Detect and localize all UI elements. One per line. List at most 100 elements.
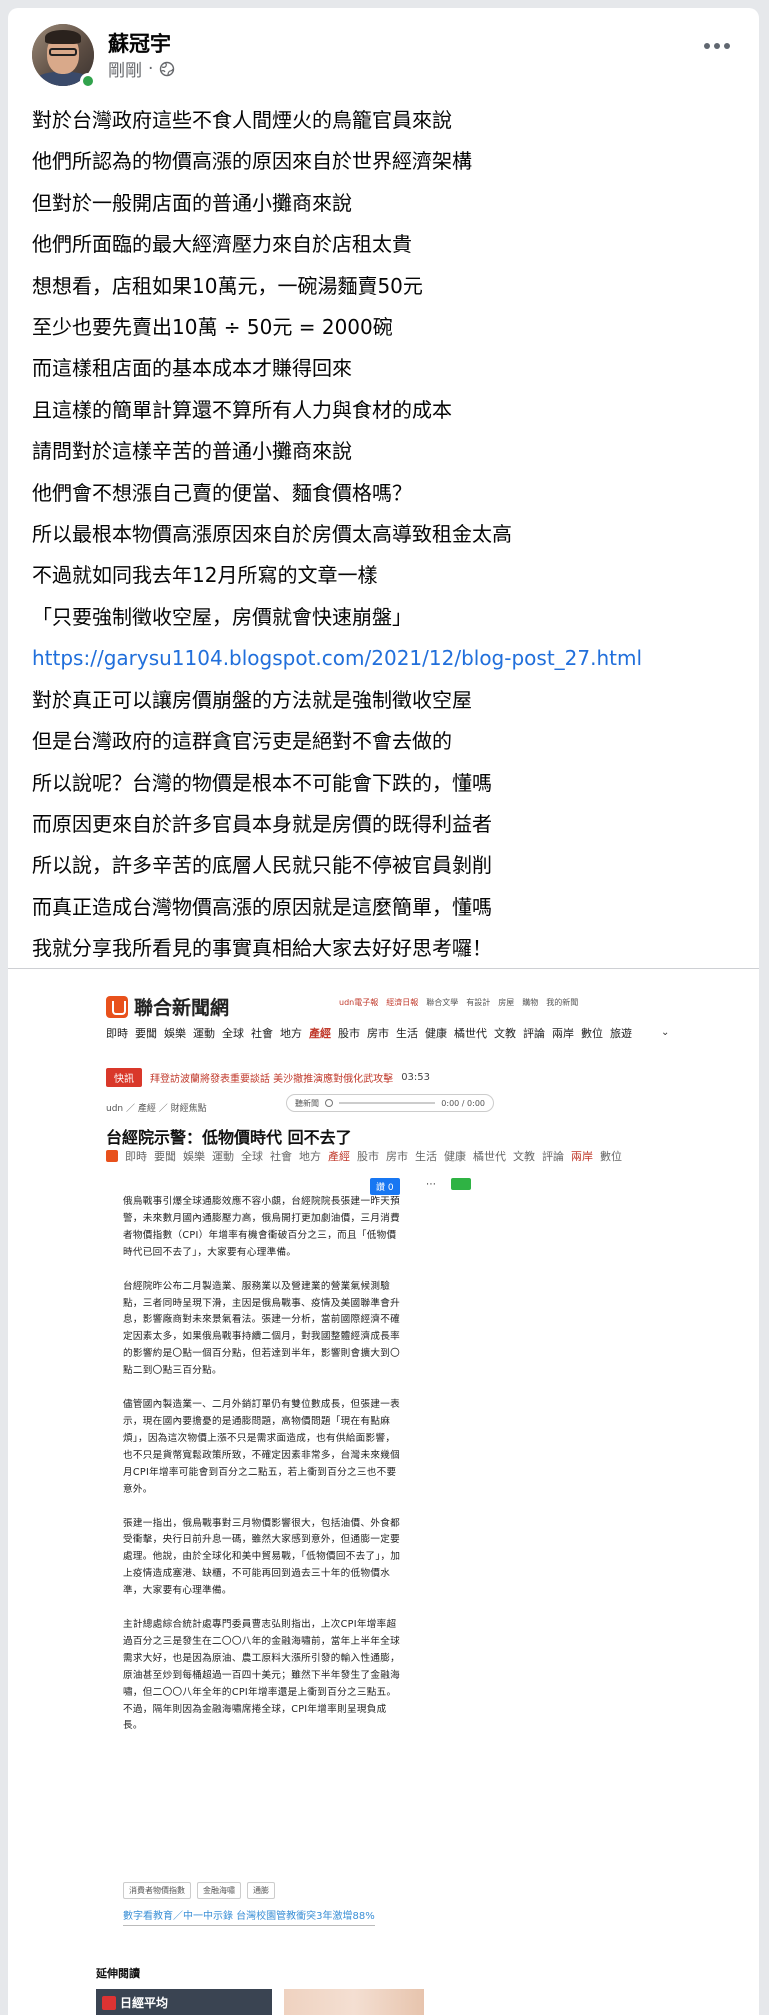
nav-item: 健康 (425, 1027, 447, 1040)
udn-logo: 聯合新聞網 (106, 993, 229, 1020)
more-horizontal-icon (704, 43, 710, 49)
post-timestamp[interactable]: 剛剛 (108, 56, 142, 81)
audio-label: 聽新聞 (295, 1098, 319, 1108)
post-text: 對於台灣政府這些不食人間煙火的鳥籠官員來說 他們所認為的物價高漲的原因來自於世界… (32, 100, 742, 970)
nav-item: 數位 (600, 1150, 622, 1163)
article-paragraph: 主計總處綜合統計處專門委員曹志弘則指出，上次CPI年增率超過百分之三是發生在二〇… (123, 1619, 401, 1732)
nav-item: 娛樂 (183, 1150, 205, 1163)
post-line: 我就分享我所看見的事實真相給大家去好好思考囉！ (32, 936, 492, 961)
post-line: 他們所認為的物價高漲的原因來自於世界經濟架構 (32, 149, 472, 174)
line-share-icon (451, 1178, 471, 1190)
post-line: 所以說，許多辛苦的底層人民就只能不停被官員剝削 (32, 853, 492, 878)
nav-item: 全球 (241, 1150, 263, 1163)
udn-logo-icon (106, 995, 128, 1018)
post-line: 對於真正可以讓房價崩盤的方法就是強制徵收空屋 (32, 687, 472, 712)
tag-chip: 金融海嘯 (197, 1882, 241, 1899)
nav-item: 兩岸 (552, 1027, 574, 1040)
post-header: 蘇冠宇 剛剛 · (8, 8, 759, 94)
breaking-tag: 快訊 (106, 1068, 142, 1087)
nav-item: 股市 (338, 1027, 360, 1040)
share-icon: ⋯ (426, 1179, 436, 1190)
more-options-button[interactable] (703, 40, 731, 52)
nav-item: 全球 (222, 1027, 244, 1040)
post-line: 所以說呢？台灣的物價是根本不可能會下跌的，懂嗎 (32, 770, 492, 795)
nav-item: 橘世代 (454, 1027, 487, 1040)
tag-chip: 通膨 (247, 1882, 275, 1899)
nav-item: 健康 (444, 1150, 466, 1163)
top-link: 我的新聞 (546, 998, 579, 1007)
author-name[interactable]: 蘇冠宇 (108, 28, 171, 58)
article-paragraph: 儘管國內製造業一、二月外銷訂單仍有雙位數成長，但張建一表示，現在國內要擔憂的是通… (123, 1399, 401, 1495)
nav-item: 股市 (357, 1150, 379, 1163)
nav-item-active: 產經 (328, 1150, 350, 1163)
top-link: 購物 (522, 998, 539, 1007)
nav-item: 地方 (280, 1027, 302, 1040)
post-line: 請問對於這樣辛苦的普通小攤商來說 (32, 439, 352, 464)
sticky-nav: 即時 要聞 娛樂 運動 全球 社會 地方 產經 股市 房市 生活 健康 橘世代 … (106, 1148, 622, 1164)
post-line: 且這樣的簡單計算還不算所有人力與食材的成本 (32, 397, 452, 422)
nav-item: 運動 (193, 1027, 215, 1040)
article-headline: 台經院示警：低物價時代 回不去了 (106, 1128, 352, 1147)
top-link: 聯合文學 (426, 998, 459, 1007)
attached-image[interactable]: 聯合新聞網 udn電子報 經濟日報 聯合文學 有設計 房屋 購物 我的新聞 即時… (8, 969, 759, 2015)
nav-item: 房市 (367, 1027, 389, 1040)
nav-item: 評論 (542, 1150, 564, 1163)
top-link: 房屋 (498, 998, 515, 1007)
breadcrumb: udn ／ 產經 ／ 財經焦點 (106, 1104, 207, 1114)
udn-mini-logo-icon (106, 1150, 118, 1162)
nav-item: 文教 (494, 1027, 516, 1040)
post-line: 但對於一般開店面的普通小攤商來說 (32, 190, 352, 215)
nav-item: 兩岸 (571, 1150, 593, 1163)
nav-item: 社會 (251, 1027, 273, 1040)
post-line: 但是台灣政府的這群貪官污吏是絕對不會去做的 (32, 729, 452, 754)
article-body: 俄烏戰事引爆全球通膨效應不容小覷，台經院院長張建一昨天預警，未來數月國內通膨壓力… (123, 1194, 405, 1752)
promo-link: 數字看教育／中一中示錄 台灣校園管教衝突3年激增88% (123, 1907, 375, 1926)
chevron-down-icon: ⌄ (661, 1027, 670, 1038)
top-link: 經濟日報 (386, 998, 419, 1007)
top-link: 有設計 (466, 998, 491, 1007)
post-line: 至少也要先賣出10萬 ÷ 50元 = 2000碗 (32, 315, 393, 340)
post-line: 而原因更來自於許多官員本身就是房價的既得利益者 (32, 811, 492, 836)
article-tags: 消費者物價指數 金融海嘯 通膨 (123, 1882, 275, 1899)
article-paragraph: 台經院昨公布二月製造業、服務業以及營建業的營業氣候測驗點，三者同時呈現下滑，主因… (123, 1280, 401, 1377)
site-name: 聯合新聞網 (134, 997, 230, 1019)
post-line: 而這樣租店面的基本成本才賺得回來 (32, 356, 352, 381)
nav-item: 文教 (513, 1150, 535, 1163)
globe-icon (160, 61, 175, 76)
top-links: udn電子報 經濟日報 聯合文學 有設計 房屋 購物 我的新聞 (339, 997, 578, 1008)
thumbnail-label: 日經平均 (120, 1996, 169, 2010)
post-meta: 剛剛 · (108, 56, 175, 81)
related-thumbnail (284, 1989, 424, 2015)
nav-item: 生活 (396, 1027, 418, 1040)
nav-item: 運動 (212, 1150, 234, 1163)
post-line: 不過就如同我去年12月所寫的文章一樣 (32, 563, 378, 588)
nav-item: 娛樂 (164, 1027, 186, 1040)
news-screenshot: 聯合新聞網 udn電子報 經濟日報 聯合文學 有設計 房屋 購物 我的新聞 即時… (96, 969, 676, 2015)
article-paragraph: 張建一指出，俄烏戰事對三月物價影響很大，包括油價、外食都受衝擊，央行日前升息一碼… (123, 1517, 401, 1597)
post-line: 而真正造成台灣物價高漲的原因就是這麼簡單，懂嗎 (32, 894, 492, 919)
blog-link[interactable]: https://garysu1104.blogspot.com/2021/12/… (32, 638, 742, 679)
related-thumbnail: 日經平均 (96, 1989, 272, 2015)
post-line: 對於台灣政府這些不食人間煙火的鳥籠官員來說 (32, 108, 452, 132)
related-title: 延伸閱讀 (96, 1967, 140, 1980)
online-status-indicator (80, 73, 96, 89)
nav-item: 要聞 (135, 1027, 157, 1040)
nav-item: 要聞 (154, 1150, 176, 1163)
nav-item: 房市 (386, 1150, 408, 1163)
nav-item: 旅遊 (610, 1027, 632, 1040)
meta-separator: · (148, 58, 154, 79)
play-icon (325, 1099, 333, 1107)
post-card: 蘇冠宇 剛剛 · 對於台灣政府這些不食人間煙火的鳥籠官員來說 他們所認為的物價高… (8, 8, 759, 2015)
post-line: 所以最根本物價高漲原因來自於房價太高導致租金太高 (32, 522, 512, 547)
nav-item: 即時 (106, 1027, 128, 1040)
close-icon (102, 1995, 116, 2010)
nav-item: 即時 (125, 1150, 147, 1163)
breaking-time: 03:53 (401, 1072, 431, 1083)
fb-like-button: 讚 0 (370, 1178, 400, 1195)
nav-item: 數位 (581, 1027, 603, 1040)
tag-chip: 消費者物價指數 (123, 1882, 191, 1899)
post-line: 他們所面臨的最大經濟壓力來自於店租太貴 (32, 232, 412, 257)
nav-item: 社會 (270, 1150, 292, 1163)
audio-progress (339, 1102, 436, 1104)
post-line: 他們會不想漲自己賣的便當、麵食價格嗎？ (32, 480, 412, 505)
